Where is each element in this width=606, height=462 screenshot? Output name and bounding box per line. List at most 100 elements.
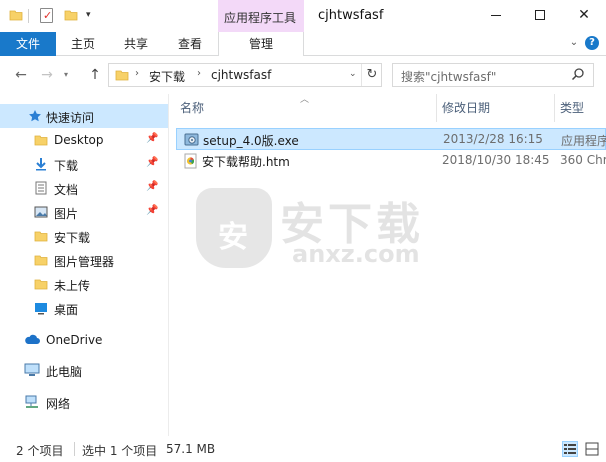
sidebar-item-label: 网络 [46,397,71,411]
sidebar-item-not-uploaded[interactable]: 未上传 [0,272,168,296]
forward-button[interactable]: → [38,66,56,84]
sort-ascending-icon: ︿ [300,95,310,105]
column-divider[interactable] [554,94,555,122]
status-divider [74,442,75,456]
new-folder-icon[interactable] [64,8,78,25]
tab-view[interactable]: 查看 [162,32,218,56]
table-row[interactable]: setup_4.0版.exe 2013/2/28 16:15 应用程序 [176,128,606,150]
pane-divider[interactable] [168,94,169,436]
expand-ribbon-icon[interactable]: ⌄ [567,36,581,50]
network-icon [24,395,40,412]
tab-share[interactable]: 共享 [110,32,162,56]
ribbon-tabs: 文件 主页 共享 查看 管理 ⌄ ? [0,32,606,57]
file-date: 2013/2/28 16:15 [443,132,543,146]
back-button[interactable]: ← [12,66,30,84]
tab-home[interactable]: 主页 [56,32,110,56]
sidebar-item-onedrive[interactable]: OneDrive [0,328,168,352]
minimize-button[interactable] [474,0,518,30]
watermark-domain: anxz.com [292,240,420,268]
file-name: 安下载帮助.htm [202,155,290,169]
sidebar-item-label: Desktop [54,133,104,147]
maximize-button[interactable] [518,0,562,30]
breadcrumb-item[interactable]: cjhtwsfasf [211,68,271,82]
sidebar-item-pictures[interactable]: 图片 📌 [0,200,168,224]
picture-icon [34,205,48,222]
address-dropdown-icon[interactable]: ⌄ [349,69,357,79]
installer-icon [184,132,200,151]
tab-manage[interactable]: 管理 [218,32,304,57]
customize-toolbar-icon[interactable]: ▾ [86,10,91,20]
file-date: 2018/10/30 18:45 [442,153,550,167]
title-bar: ✓ ▾ 应用程序工具 cjhtwsfasf ✕ [0,0,606,32]
file-type: 应用程序 [561,134,606,148]
pin-icon[interactable]: 📌 [146,133,158,144]
sidebar-item-label: 此电脑 [46,365,83,379]
address-bar[interactable]: › 安下载 › cjhtwsfasf ⌄ ↻ [108,63,382,87]
up-button[interactable]: ↑ [86,66,104,84]
folder-icon [34,277,48,294]
window-title: cjhtwsfasf [318,8,384,23]
sidebar-item-documents[interactable]: 文档 📌 [0,176,168,200]
column-divider[interactable] [436,94,437,122]
folder-icon [34,133,48,150]
document-icon [34,181,48,198]
desktop-icon [34,301,48,318]
sidebar-item-label: 桌面 [54,303,79,317]
pin-icon[interactable]: 📌 [146,157,158,168]
folder-icon [34,229,48,246]
sidebar-item-downloads[interactable]: 下载 📌 [0,152,168,176]
sidebar-item-anxiazai[interactable]: 安下载 [0,224,168,248]
sidebar-item-image-manager[interactable]: 图片管理器 [0,248,168,272]
details-view-icon[interactable] [562,441,578,457]
file-type: 360 Chr [560,153,606,167]
search-input[interactable]: 搜索"cjhtwsfasf" [392,63,594,87]
sidebar-item-desktop-cn[interactable]: 桌面 [0,296,168,320]
column-header-name[interactable]: 名称 [180,94,204,122]
tab-file[interactable]: 文件 [0,32,56,56]
breadcrumb-chevron-icon[interactable]: › [197,68,201,79]
sidebar-item-label: 快速访问 [46,111,95,125]
computer-icon [24,363,40,380]
help-icon[interactable]: ? [585,36,599,50]
refresh-icon[interactable]: ↻ [361,64,382,86]
sidebar-item-label: 图片 [54,207,79,221]
sidebar-item-label: OneDrive [46,333,103,347]
close-button[interactable]: ✕ [562,0,606,30]
search-icon [571,67,585,84]
search-placeholder: 搜索"cjhtwsfasf" [401,70,497,84]
contextual-tab-group: 应用程序工具 [218,0,304,32]
navigation-pane: 快速访问 Desktop 📌 下载 📌 文档 📌 图片 📌 安下载 图片管理器 … [0,94,168,436]
table-row[interactable]: 安下载帮助.htm 2018/10/30 18:45 360 Chr [176,150,606,172]
pin-icon[interactable]: 📌 [146,205,158,216]
properties-icon[interactable]: ✓ [40,8,53,23]
sidebar-item-quick-access[interactable]: 快速访问 [0,104,168,128]
folder-icon [34,253,48,270]
sidebar-item-this-pc[interactable]: 此电脑 [0,358,168,382]
cloud-icon [24,333,40,350]
breadcrumb-item[interactable]: 安下载 [149,68,185,85]
sidebar-item-label: 图片管理器 [54,255,115,269]
column-header-type[interactable]: 类型 [560,94,584,122]
large-icons-view-icon[interactable] [584,441,600,457]
recent-locations-icon[interactable]: ▾ [60,66,72,84]
selected-count: 选中 1 个项目 [82,444,158,458]
shield-icon: 安 [196,188,272,268]
breadcrumb-chevron-icon[interactable]: › [135,68,139,79]
star-icon [28,109,42,126]
sidebar-item-desktop[interactable]: Desktop 📌 [0,128,168,152]
pin-icon[interactable]: 📌 [146,181,158,192]
sidebar-item-label: 未上传 [54,279,91,293]
sidebar-item-label: 文档 [54,183,79,197]
status-bar: 2 个项目 选中 1 个项目 57.1 MB [0,436,606,462]
file-name: setup_4.0版.exe [203,134,299,148]
navigation-bar: ← → ▾ ↑ › 安下载 › cjhtwsfasf ⌄ ↻ 搜索"cjhtws… [0,56,606,94]
html-file-icon [183,153,199,172]
folder-icon[interactable] [9,8,23,25]
contextual-group-label: 应用程序工具 [224,11,297,25]
column-header-date[interactable]: 修改日期 [442,94,490,122]
selected-size: 57.1 MB [166,442,216,456]
sidebar-item-label: 下载 [54,159,79,173]
download-icon [34,157,48,174]
item-count: 2 个项目 [16,444,64,458]
sidebar-item-network[interactable]: 网络 [0,390,168,414]
